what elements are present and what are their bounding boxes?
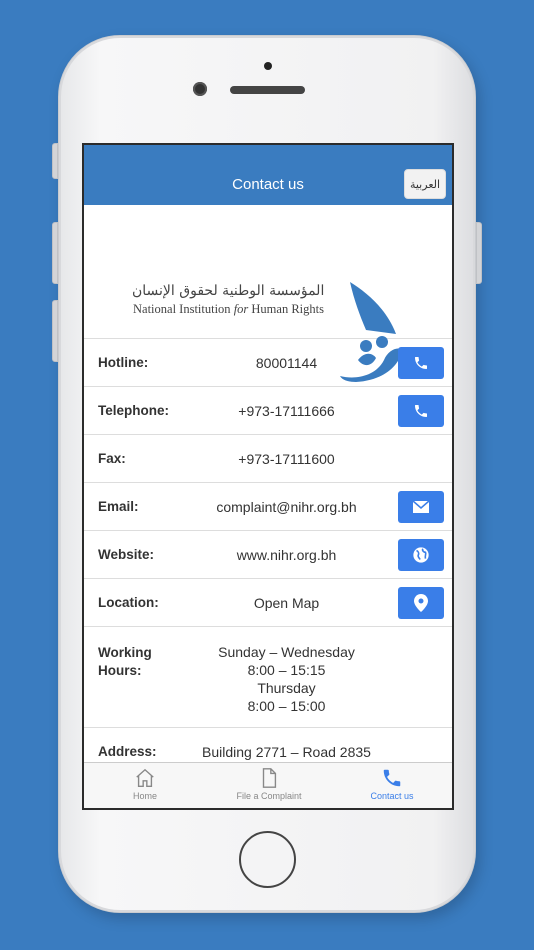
send-email-button[interactable]	[398, 491, 444, 523]
logo-english-part3: Human Rights	[248, 302, 324, 316]
row-label: Telephone:	[98, 403, 170, 418]
row-label: Address:	[98, 744, 157, 759]
tab-home[interactable]: Home	[84, 763, 206, 808]
contact-row-email: Email: complaint@nihr.org.bh	[84, 483, 452, 531]
contact-list: Hotline: 80001144 Telephone: +973-171116…	[84, 339, 452, 776]
tab-label: Contact us	[370, 791, 414, 801]
logo-english-name: National Institution for Human Rights	[133, 302, 324, 317]
logo-english-part2: for	[233, 302, 249, 316]
row-label-line: Hours:	[98, 663, 142, 678]
home-icon	[136, 768, 154, 787]
call-hotline-button[interactable]	[398, 347, 444, 379]
contact-row-working-hours: Working Hours: Sunday – Wednesday 8:00 –…	[84, 627, 452, 728]
page-title: Contact us	[232, 176, 304, 193]
tab-contact-us[interactable]: Contact us	[332, 763, 452, 808]
hours-line: 8:00 – 15:00	[247, 698, 326, 714]
open-map-button[interactable]	[398, 587, 444, 619]
app-screen: Contact us العربية المؤسسة الوطنية لحقوق…	[82, 143, 454, 810]
row-value: Building 2771 – Road 2835	[202, 744, 371, 760]
document-icon	[262, 768, 277, 788]
working-hours-value: Sunday – Wednesday 8:00 – 15:15 Thursday…	[184, 643, 389, 715]
row-value: +973-17111666	[238, 403, 335, 419]
tab-label: File a Complaint	[236, 791, 302, 801]
language-toggle-button[interactable]: العربية	[404, 169, 446, 199]
hours-line: Sunday – Wednesday	[218, 644, 355, 660]
contact-row-website: Website: www.nihr.org.bh	[84, 531, 452, 579]
contact-row-location: Location: Open Map	[84, 579, 452, 627]
row-label-working-hours: Working Hours:	[98, 644, 168, 680]
hours-line: 8:00 – 15:15	[247, 662, 326, 678]
volume-up-button	[52, 222, 58, 284]
proximity-sensor	[264, 62, 272, 70]
row-value: +973-17111600	[238, 451, 335, 467]
row-value: 80001144	[255, 355, 318, 371]
call-telephone-button[interactable]	[398, 395, 444, 427]
logo-english-part1: National Institution	[133, 302, 234, 316]
front-camera	[193, 82, 207, 96]
power-button	[476, 222, 482, 284]
row-label: Website:	[98, 547, 155, 562]
globe-icon	[413, 547, 429, 563]
map-pin-icon	[414, 594, 428, 612]
row-label: Email:	[98, 499, 139, 514]
phone-icon	[415, 405, 427, 417]
volume-down-button	[52, 300, 58, 362]
row-value: complaint@nihr.org.bh	[216, 499, 357, 515]
contact-row-telephone: Telephone: +973-17111666	[84, 387, 452, 435]
contact-row-hotline: Hotline: 80001144	[84, 339, 452, 387]
home-button[interactable]	[239, 831, 296, 888]
phone-icon	[383, 769, 401, 787]
hours-line: Thursday	[257, 680, 316, 696]
tab-label: Home	[132, 791, 157, 801]
open-website-button[interactable]	[398, 539, 444, 571]
row-value: www.nihr.org.bh	[236, 547, 337, 563]
tab-bar: Home File a Complaint Contact us	[84, 762, 452, 808]
tab-file-complaint[interactable]: File a Complaint	[206, 763, 332, 808]
logo-arabic-name: المؤسسة الوطنية لحقوق الإنسان	[132, 283, 325, 299]
phone-icon	[415, 357, 427, 369]
row-label: Hotline:	[98, 355, 149, 370]
open-map-link[interactable]: Open Map	[184, 595, 389, 611]
contact-row-fax: Fax: +973-17111600	[84, 435, 452, 483]
row-label: Location:	[98, 595, 159, 610]
row-label: Fax:	[98, 451, 126, 466]
earpiece-speaker	[230, 86, 305, 94]
organization-logo: المؤسسة الوطنية لحقوق الإنسان National I…	[84, 205, 452, 382]
mail-icon	[412, 500, 430, 513]
mute-switch	[52, 143, 58, 179]
navigation-bar: Contact us العربية	[84, 145, 452, 205]
row-label-line: Working	[98, 645, 152, 660]
